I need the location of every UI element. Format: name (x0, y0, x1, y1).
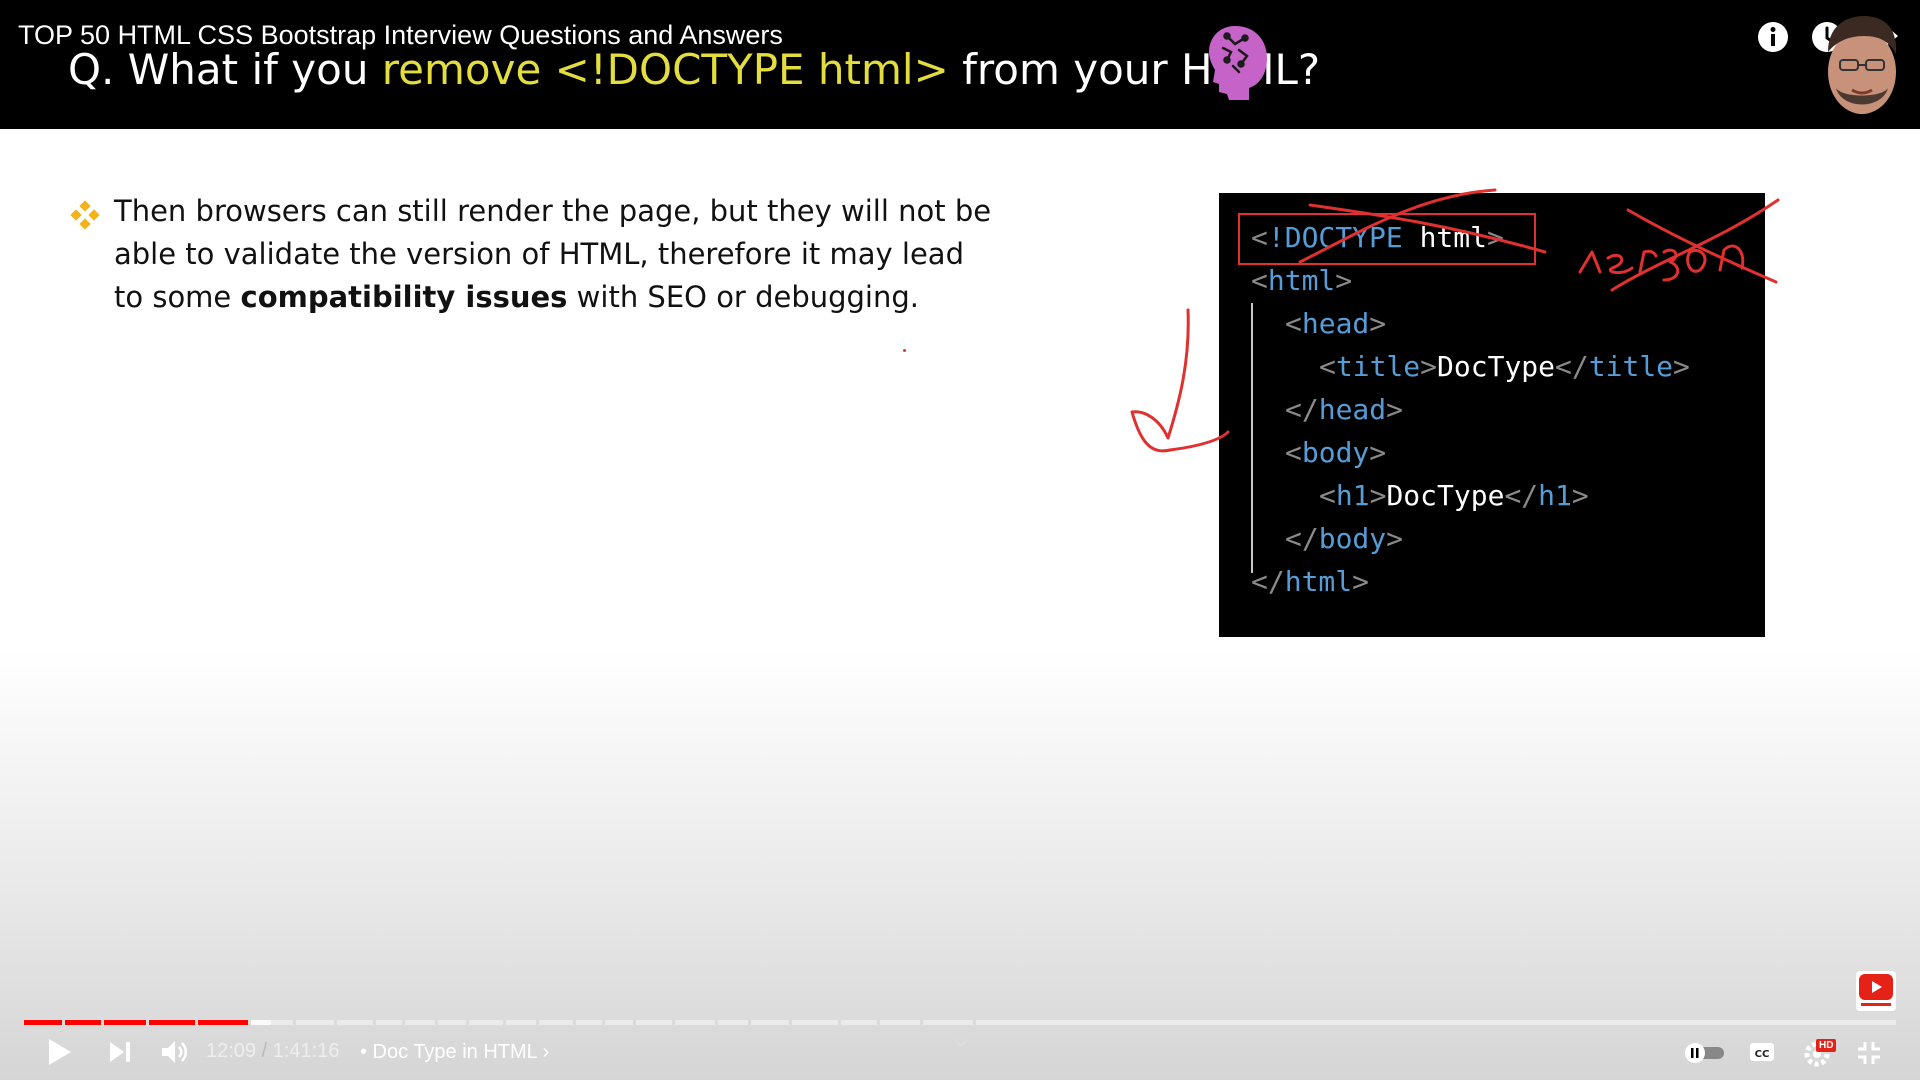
chapter-segment[interactable] (198, 1020, 248, 1025)
exit-fullscreen-icon[interactable] (1854, 1038, 1884, 1068)
code-line-head-open: <head> (1285, 307, 1387, 340)
progress-bar[interactable] (24, 1020, 1896, 1025)
next-icon[interactable] (106, 1038, 134, 1066)
bullet-diamond-icon (70, 200, 100, 230)
bullet-text-part2: with SEO or debugging. (567, 280, 919, 314)
code-snippet: <!DOCTYPE html> <html> <head> <title>Doc… (1219, 193, 1765, 637)
slide-question: Q. What if you remove <!DOCTYPE html> fr… (68, 45, 1320, 94)
chapter-segment[interactable] (576, 1020, 602, 1025)
chapter-segment[interactable] (675, 1020, 715, 1025)
chapter-segment[interactable] (376, 1020, 402, 1025)
chapter-segment[interactable] (438, 1020, 466, 1025)
subscribe-icon[interactable] (1856, 971, 1896, 1011)
chapter-segment[interactable] (24, 1020, 62, 1025)
chapter-segment[interactable] (880, 1020, 920, 1025)
chapter-segment[interactable] (337, 1020, 373, 1025)
code-line-h1: <h1>DocType</h1> (1319, 479, 1589, 512)
chapter-segment[interactable] (841, 1020, 877, 1025)
code-line-body-close: </body> (1285, 522, 1404, 555)
chapter-segment[interactable] (539, 1020, 573, 1025)
brain-icon (1209, 26, 1267, 100)
chapter-segment[interactable] (296, 1020, 334, 1025)
play-icon[interactable] (44, 1036, 74, 1068)
captions-icon[interactable]: CC (1748, 1040, 1776, 1064)
code-line-doctype: <!DOCTYPE html> (1251, 221, 1504, 254)
player-controls: 12:09 / 1:41:16 • Doc Type in HTML › CC … (0, 1030, 1920, 1080)
chapter-segment[interactable] (251, 1020, 293, 1025)
channel-avatar[interactable] (1810, 10, 1914, 118)
time-separator: / (256, 1040, 273, 1062)
chapter-segment[interactable] (506, 1020, 536, 1025)
chapter-segment[interactable] (65, 1020, 101, 1025)
autoplay-toggle-icon[interactable] (1684, 1042, 1726, 1064)
video-header: TOP 50 HTML CSS Bootstrap Interview Ques… (0, 0, 1920, 129)
chapter-segment[interactable] (923, 1020, 973, 1025)
bullet-bold-text: compatibility issues (240, 280, 568, 314)
chapter-segment[interactable] (469, 1020, 503, 1025)
chapter-segment[interactable] (104, 1020, 146, 1025)
info-icon[interactable] (1756, 20, 1790, 54)
code-line-body-open: <body> (1285, 436, 1387, 469)
time-display: 12:09 / 1:41:16 (206, 1040, 339, 1063)
annotation-dot (903, 349, 906, 352)
volume-icon[interactable] (158, 1036, 190, 1068)
chapter-segment[interactable] (751, 1020, 789, 1025)
hd-badge: HD (1816, 1039, 1837, 1052)
chapter-segment[interactable] (149, 1020, 195, 1025)
code-line-html-close: </html> (1251, 565, 1370, 598)
svg-text:CC: CC (1755, 1049, 1770, 1060)
duration: 1:41:16 (272, 1040, 340, 1062)
chapter-title[interactable]: • Doc Type in HTML › (360, 1041, 549, 1064)
bullet-text: Then browsers can still render the page,… (114, 190, 994, 319)
question-prefix: Q. What if you (68, 45, 382, 94)
chapter-segment[interactable] (405, 1020, 435, 1025)
question-highlight: remove <!DOCTYPE html> (381, 45, 949, 94)
chapter-segment[interactable] (976, 1020, 1896, 1025)
chapter-segment[interactable] (636, 1020, 672, 1025)
code-line-title: <title>DocType</title> (1319, 350, 1690, 383)
code-line-html-open: <html> (1251, 264, 1353, 297)
chapter-segment[interactable] (718, 1020, 748, 1025)
chapter-segment[interactable] (792, 1020, 838, 1025)
chapter-segment[interactable] (605, 1020, 633, 1025)
current-time: 12:09 (206, 1040, 257, 1062)
indent-guide (1251, 303, 1253, 573)
chevron-down-icon[interactable] (952, 1036, 970, 1050)
code-line-head-close: </head> (1285, 393, 1404, 426)
